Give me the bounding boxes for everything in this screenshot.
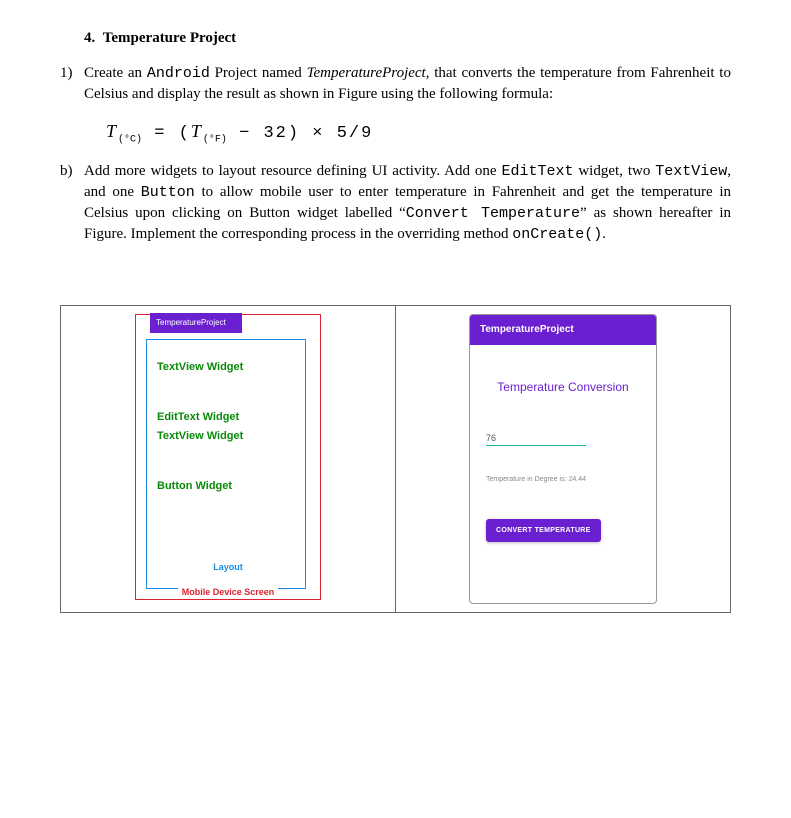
figure-container: TemperatureProject TextView Widget EditT… [60, 305, 731, 613]
figure-left: TemperatureProject TextView Widget EditT… [61, 306, 396, 612]
q1-body: Create an Android Project named Temperat… [84, 63, 731, 105]
qb-body: Add more widgets to layout resource defi… [84, 161, 731, 245]
phone-result: Temperature in Degree is: 24.44 [486, 475, 640, 485]
mock-device-frame: TemperatureProject TextView Widget EditT… [135, 314, 321, 600]
formula: T(°C) = (T(°F) − 32) × 5/9 [106, 119, 731, 147]
question-1: 1) Create an Android Project named Tempe… [60, 63, 731, 105]
convert-button[interactable]: CONVERT TEMPERATURE [486, 519, 601, 542]
mock-layout-frame: TextView Widget EditText Widget TextView… [146, 339, 306, 589]
mock-edittext: EditText Widget [157, 410, 295, 425]
qb-number: b) [60, 161, 84, 245]
device-label: Mobile Device Screen [178, 587, 279, 597]
section-heading: 4. Temperature Project [84, 28, 731, 49]
mock-textview-1: TextView Widget [157, 360, 295, 375]
phone-frame: TemperatureProject Temperature Conversio… [469, 314, 657, 604]
mock-footer: Layout Mobile Device Screen [136, 577, 320, 602]
figure-right: TemperatureProject Temperature Conversio… [396, 306, 730, 612]
q1-number: 1) [60, 63, 84, 105]
mock-toolbar: TemperatureProject [150, 313, 242, 332]
phone-appbar: TemperatureProject [470, 315, 656, 345]
mock-button: Button Widget [157, 479, 295, 494]
phone-body: Temperature Conversion Temperature in De… [470, 379, 656, 542]
question-list: 1) Create an Android Project named Tempe… [60, 63, 731, 245]
temperature-input[interactable] [486, 431, 586, 446]
layout-label: Layout [209, 562, 247, 572]
question-b: b) Add more widgets to layout resource d… [60, 161, 731, 245]
phone-title: Temperature Conversion [486, 379, 640, 396]
mock-textview-2: TextView Widget [157, 429, 295, 444]
